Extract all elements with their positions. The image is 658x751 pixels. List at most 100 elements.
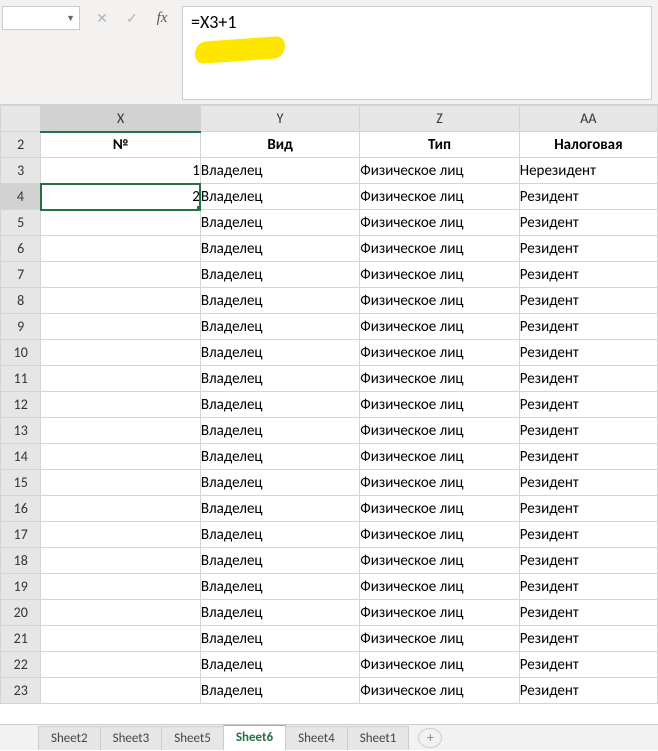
row-header[interactable]: 9 [1, 314, 41, 340]
cell[interactable]: Владелец [200, 236, 359, 262]
cell[interactable]: Резидент [519, 392, 657, 418]
cell[interactable]: Резидент [519, 444, 657, 470]
row-header[interactable]: 12 [1, 392, 41, 418]
cell[interactable]: Резидент [519, 470, 657, 496]
cell[interactable]: Владелец [200, 626, 359, 652]
cell[interactable]: Резидент [519, 340, 657, 366]
sheet-tab[interactable]: Sheet6 [223, 725, 286, 751]
cell[interactable]: Физическое лиц [360, 548, 519, 574]
cell[interactable]: Вид [200, 132, 359, 158]
row-header[interactable]: 11 [1, 366, 41, 392]
cell[interactable]: Резидент [519, 314, 657, 340]
cell[interactable]: Тип [360, 132, 519, 158]
cell[interactable]: Физическое лиц [360, 600, 519, 626]
cell[interactable]: Физическое лиц [360, 262, 519, 288]
cell[interactable]: Владелец [200, 262, 359, 288]
cell[interactable]: Физическое лиц [360, 574, 519, 600]
cell[interactable]: Резидент [519, 652, 657, 678]
row-header[interactable]: 15 [1, 470, 41, 496]
row-header[interactable]: 6 [1, 236, 41, 262]
cell[interactable]: Резидент [519, 574, 657, 600]
cell[interactable]: Резидент [519, 288, 657, 314]
cell[interactable]: Налоговая [519, 132, 657, 158]
cell[interactable]: Физическое лиц [360, 678, 519, 704]
cell[interactable]: Владелец [200, 210, 359, 236]
cell[interactable]: Резидент [519, 236, 657, 262]
cell[interactable]: Резидент [519, 600, 657, 626]
cell[interactable]: Владелец [200, 548, 359, 574]
cell[interactable]: Физическое лиц [360, 418, 519, 444]
cell[interactable]: Нерезидент [519, 158, 657, 184]
cell[interactable] [41, 678, 200, 704]
cell[interactable] [41, 314, 200, 340]
cell[interactable]: Физическое лиц [360, 470, 519, 496]
cell[interactable] [41, 236, 200, 262]
row-header[interactable]: 19 [1, 574, 41, 600]
row-header[interactable]: 17 [1, 522, 41, 548]
row-header[interactable]: 20 [1, 600, 41, 626]
cell[interactable]: Физическое лиц [360, 158, 519, 184]
cell[interactable] [41, 418, 200, 444]
cell[interactable] [41, 288, 200, 314]
cell[interactable]: Владелец [200, 314, 359, 340]
cell[interactable]: Резидент [519, 210, 657, 236]
row-header[interactable]: 13 [1, 418, 41, 444]
cell[interactable]: № [41, 132, 200, 158]
cell[interactable] [41, 600, 200, 626]
cell[interactable]: Физическое лиц [360, 626, 519, 652]
cell[interactable]: Физическое лиц [360, 236, 519, 262]
cell[interactable]: Физическое лиц [360, 340, 519, 366]
cell[interactable]: Владелец [200, 496, 359, 522]
cell[interactable]: Резидент [519, 184, 657, 210]
cell[interactable] [41, 366, 200, 392]
cell[interactable]: Владелец [200, 652, 359, 678]
cell[interactable]: Резидент [519, 626, 657, 652]
cell[interactable] [41, 626, 200, 652]
cell[interactable]: Физическое лиц [360, 314, 519, 340]
cell[interactable] [41, 496, 200, 522]
cell[interactable] [41, 652, 200, 678]
cell[interactable] [41, 548, 200, 574]
sheet-tab[interactable]: Sheet3 [100, 726, 163, 750]
cancel-icon[interactable]: ✕ [88, 6, 116, 30]
cell[interactable] [41, 522, 200, 548]
formula-input[interactable]: =X3+1 [182, 6, 652, 100]
column-header-Z[interactable]: Z [360, 106, 519, 132]
cell[interactable]: Резидент [519, 262, 657, 288]
row-header[interactable]: 10 [1, 340, 41, 366]
cell[interactable] [41, 444, 200, 470]
cell[interactable] [41, 574, 200, 600]
chevron-down-icon[interactable]: ▼ [66, 13, 75, 24]
row-header[interactable]: 4 [1, 184, 41, 210]
row-header[interactable]: 3 [1, 158, 41, 184]
row-header[interactable]: 23 [1, 678, 41, 704]
cell[interactable]: Владелец [200, 392, 359, 418]
column-header-Y[interactable]: Y [200, 106, 359, 132]
cell[interactable]: Физическое лиц [360, 210, 519, 236]
cell[interactable]: Физическое лиц [360, 496, 519, 522]
cell[interactable]: Физическое лиц [360, 652, 519, 678]
row-header[interactable]: 16 [1, 496, 41, 522]
cell[interactable]: Владелец [200, 184, 359, 210]
cell[interactable]: Резидент [519, 678, 657, 704]
cell[interactable]: Физическое лиц [360, 444, 519, 470]
row-header[interactable]: 18 [1, 548, 41, 574]
cell[interactable]: Владелец [200, 522, 359, 548]
sheet-tab[interactable]: Sheet4 [285, 726, 348, 750]
cell[interactable]: Физическое лиц [360, 366, 519, 392]
cell[interactable]: Владелец [200, 340, 359, 366]
cell[interactable]: Владелец [200, 470, 359, 496]
cell[interactable]: Владелец [200, 288, 359, 314]
cell[interactable] [41, 470, 200, 496]
fx-icon[interactable]: fx [148, 6, 176, 30]
cell[interactable]: Резидент [519, 548, 657, 574]
cell[interactable] [41, 340, 200, 366]
row-header[interactable]: 5 [1, 210, 41, 236]
cell[interactable]: Владелец [200, 574, 359, 600]
cell[interactable] [41, 392, 200, 418]
row-header[interactable]: 22 [1, 652, 41, 678]
row-header[interactable]: 7 [1, 262, 41, 288]
cell[interactable]: Резидент [519, 366, 657, 392]
cell[interactable]: Владелец [200, 158, 359, 184]
row-header[interactable]: 2 [1, 132, 41, 158]
